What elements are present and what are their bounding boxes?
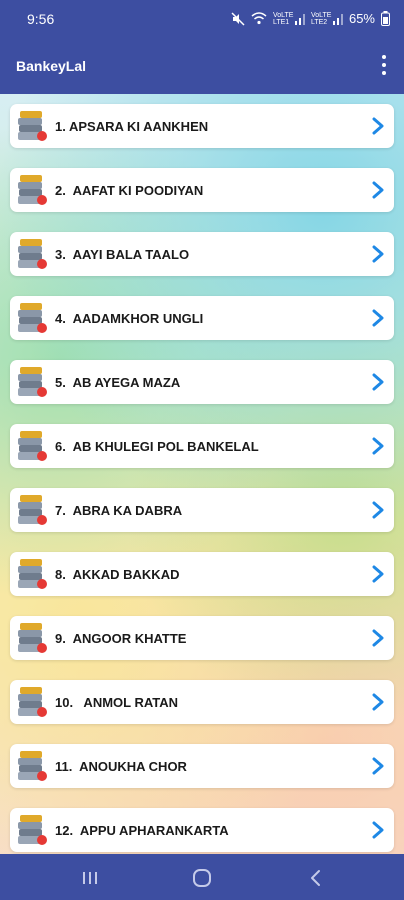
home-icon[interactable] [190,867,214,889]
books-icon [18,495,47,525]
item-label: 12. APPU APHARANKARTA [55,823,229,838]
recent-apps-icon[interactable] [78,867,102,889]
list-item[interactable]: 9. ANGOOR KHATTE [10,616,394,660]
item-label: 4. AADAMKHOR UNGLI [55,311,204,326]
item-label: 3. AAYI BALA TAALO [55,247,190,262]
wifi-icon [251,12,267,25]
item-label: 8. AKKAD BAKKAD [55,567,180,582]
chevron-right-icon [372,117,384,135]
chevron-right-icon [372,693,384,711]
battery-icon [381,11,390,26]
list-item[interactable]: 4. AADAMKHOR UNGLI [10,296,394,340]
signal-label-1: VoLTE LTE1 [272,11,294,26]
books-icon [18,751,47,781]
chevron-right-icon [372,309,384,327]
list-item[interactable]: 5. AB AYEGA MAZA [10,360,394,404]
signal-icon-1 [294,13,305,25]
list-item[interactable]: 7. ABRA KA DABRA [10,488,394,532]
books-icon [18,687,47,717]
signal-icon-2 [332,13,343,25]
chevron-right-icon [372,501,384,519]
chevron-right-icon [372,181,384,199]
chevron-right-icon [372,565,384,583]
books-icon [18,559,47,589]
list-item[interactable]: 10. ANMOL RATAN [10,680,394,724]
status-time: 9:56 [27,11,55,27]
list-item[interactable]: 3. AAYI BALA TAALO [10,232,394,276]
books-icon [18,431,47,461]
item-label: 5. AB AYEGA MAZA [55,375,181,390]
books-icon [18,303,47,333]
item-label: 11. ANOUKHA CHOR [55,759,187,774]
app-title: BankeyLal [16,58,87,74]
status-bar: 9:56 VoLTE LTE1 VoLTE LTE2 65% [0,0,404,40]
chevron-right-icon [372,437,384,455]
books-icon [18,175,47,205]
status-icons: VoLTE LTE1 VoLTE LTE2 65% [231,11,390,26]
list-item[interactable]: 11. ANOUKHA CHOR [10,744,394,788]
chevron-right-icon [372,757,384,775]
item-label: 1. APSARA KI AANKHEN [55,119,209,134]
item-label: 10. ANMOL RATAN [55,695,179,710]
chevron-right-icon [372,373,384,391]
item-label: 6. AB KHULEGI POL BANKELAL [55,439,259,454]
overflow-menu-icon[interactable] [380,55,388,75]
chevron-right-icon [372,629,384,647]
system-nav-bar [0,854,404,900]
books-icon [18,815,47,845]
battery-percent: 65% [348,11,375,26]
item-label: 7. ABRA KA DABRA [55,503,183,518]
books-icon [18,623,47,653]
app-bar: BankeyLal [0,40,404,94]
signal-label-2: VoLTE LTE2 [310,11,332,26]
chevron-right-icon [372,821,384,839]
books-icon [18,367,47,397]
books-icon [18,111,47,141]
item-label: 2. AAFAT KI POODIYAN [55,183,204,198]
mute-icon [231,11,245,26]
list-item[interactable]: 12. APPU APHARANKARTA [10,808,394,852]
chevron-right-icon [372,245,384,263]
item-label: 9. ANGOOR KHATTE [55,631,187,646]
list-item[interactable]: 2. AAFAT KI POODIYAN [10,168,394,212]
list-item[interactable]: 6. AB KHULEGI POL BANKELAL [10,424,394,468]
books-icon [18,239,47,269]
list-item[interactable]: 1. APSARA KI AANKHEN [10,104,394,148]
comics-list: 1. APSARA KI AANKHEN 2. AAFAT KI POODIYA… [0,94,404,854]
list-item[interactable]: 8. AKKAD BAKKAD [10,552,394,596]
back-icon[interactable] [304,867,328,889]
